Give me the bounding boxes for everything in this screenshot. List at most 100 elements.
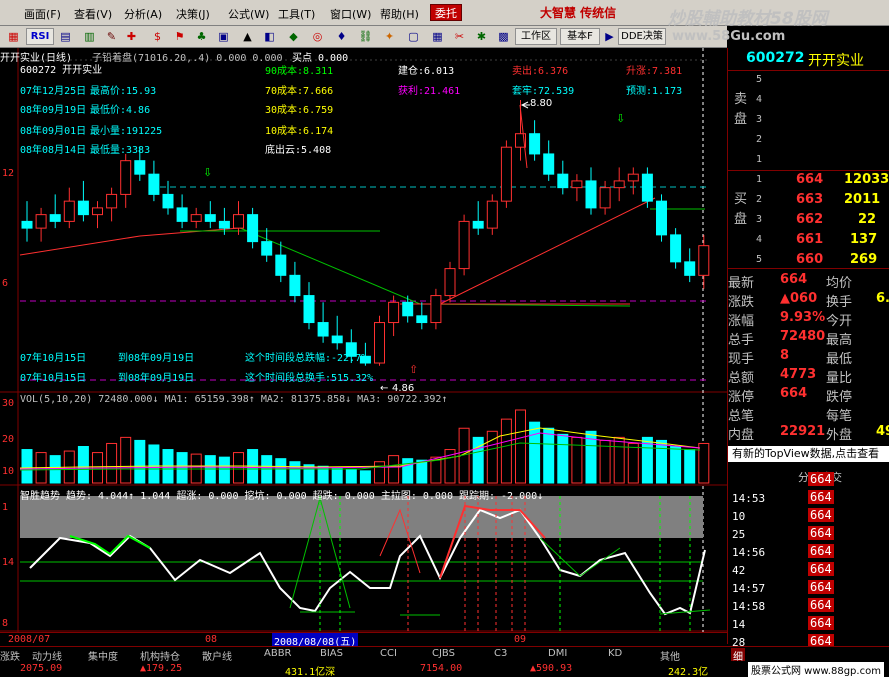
dollar-icon[interactable]: $ [150, 29, 165, 44]
tab-bias[interactable]: BIAS [320, 648, 343, 659]
workspace-button[interactable]: 工作区 [515, 28, 557, 45]
marker-down-1: ⇩ [203, 166, 212, 179]
build-pos: 建仓:6.013 [398, 66, 455, 77]
menu-formula[interactable]: 公式(W) [228, 6, 269, 22]
tick-time: 14:58 [732, 600, 766, 613]
buy-level-4: 4 [756, 234, 763, 245]
rsi-button[interactable]: RSI [26, 28, 54, 45]
topview-banner[interactable]: 有新的TopView数据,点击查看 [728, 446, 889, 462]
tile-icon[interactable]: ▦ [430, 29, 445, 44]
stat-date-2: 08年09月19日 [20, 105, 87, 116]
tab-cjbs[interactable]: CJBS [432, 648, 455, 659]
quote-key: 换手 [826, 295, 853, 310]
indicator-band [20, 496, 703, 538]
pin-icon[interactable]: ✱ [474, 29, 489, 44]
bottom-out: 底出云:5.408 [265, 145, 332, 156]
quote-tabs: 细 [727, 646, 889, 663]
footer-watermark: 股票公式网 www.88gp.com [748, 662, 884, 677]
quote-value: 664 [780, 386, 808, 401]
bars-icon[interactable]: ▥ [82, 29, 97, 44]
brand-logo: 大智慧 传统信 [540, 6, 617, 20]
main-chart[interactable]: ⇩ ⇩ ⇧ 8.80 ← 4.86 [0, 48, 727, 646]
buy-level-5: 5 [756, 254, 763, 265]
flag-icon[interactable]: ⚑ [172, 29, 187, 44]
tab-kd[interactable]: KD [608, 648, 622, 659]
pen-icon[interactable]: ✎ [104, 29, 119, 44]
mark-icon[interactable]: ✚ [124, 29, 139, 44]
quote-value: 664 [780, 272, 808, 287]
trade-button[interactable]: 委托 [430, 4, 462, 21]
buy-vol-2: 2011 [844, 192, 881, 207]
quote-key: 最高 [826, 333, 853, 348]
tick-price: 664 [808, 580, 834, 594]
tick-time: 10 [732, 510, 746, 523]
buy-price-3: 662 [796, 212, 824, 227]
volume-bar [176, 452, 188, 484]
menu-tools[interactable]: 工具(T) [278, 6, 315, 22]
tab-cci[interactable]: CCI [380, 648, 397, 659]
ring-icon[interactable]: ◎ [310, 29, 325, 44]
rise-price: 升涨:7.381 [626, 66, 683, 77]
tick-time: 14:57 [732, 582, 766, 595]
key-icon[interactable]: ♦ [334, 29, 349, 44]
quote-value: 8 [780, 348, 790, 363]
chart-icon[interactable]: ▤ [58, 29, 73, 44]
menu-screen[interactable]: 画面(F) [24, 6, 61, 22]
bulb-icon[interactable]: ✦ [382, 29, 397, 44]
tab-abbr[interactable]: ABBR [264, 648, 292, 659]
window-icon[interactable]: ◧ [262, 29, 277, 44]
basic-button[interactable]: 基本F [560, 28, 600, 45]
candle-body [444, 268, 456, 297]
candle-body [402, 301, 414, 317]
sell-level-2: 2 [756, 134, 763, 145]
volume-bar [416, 459, 428, 484]
quote-key: 每笔 [826, 409, 853, 424]
menu-analyze[interactable]: 分析(A) [124, 6, 162, 22]
tree-icon[interactable]: ♣ [194, 29, 209, 44]
time-axis: 2008/07 08 2008/08/08(五) 09 [0, 632, 727, 648]
tick-price: 664 [808, 616, 834, 630]
arrow-icon[interactable]: ◆ [286, 29, 301, 44]
quote-key: 现手 [728, 352, 755, 367]
menu-view[interactable]: 查看(V) [74, 6, 112, 22]
grid2-icon[interactable]: ▩ [496, 29, 511, 44]
tick-price: 664 [808, 526, 834, 540]
candle-body [120, 160, 132, 195]
candle-body [656, 200, 667, 236]
dde-button[interactable]: DDE决策 [618, 28, 666, 45]
tab-c3[interactable]: C3 [494, 648, 507, 659]
vol-tick-2: 20 [2, 434, 15, 445]
quote-value: 49 [876, 424, 889, 439]
candle-body [670, 234, 682, 263]
high-price-label: 8.80 [530, 98, 552, 109]
lock-icon[interactable]: ▲ [240, 29, 255, 44]
candle-body [331, 335, 343, 344]
candle-body [500, 146, 512, 202]
next-icon[interactable]: ▶ [602, 29, 617, 44]
chain-icon[interactable]: ⛓ [358, 29, 373, 44]
monitor-icon[interactable]: ▢ [406, 29, 421, 44]
quote-value: 22921 [780, 424, 826, 439]
menu-decision[interactable]: 决策(J) [176, 6, 210, 22]
menu-bar: 画面(F) 查看(V) 分析(A) 决策(J) 公式(W) 工具(T) 窗口(W… [0, 0, 889, 29]
menu-help[interactable]: 帮助(H) [380, 6, 419, 22]
grid-icon[interactable]: ▦ [6, 29, 21, 44]
quote-value: 9.93% [780, 310, 826, 325]
menu-window[interactable]: 窗口(W) [330, 6, 371, 22]
quote-key: 最新 [728, 276, 755, 291]
tab-dmi[interactable]: DMI [548, 648, 567, 659]
candle-body [641, 173, 653, 202]
tick-time: 42 [732, 564, 746, 577]
volume-bar [402, 458, 414, 484]
volume-bar [388, 455, 400, 484]
doc-icon[interactable]: ▣ [216, 29, 231, 44]
cut-icon[interactable]: ✂ [452, 29, 467, 44]
hist-label: 子铅着盘(71016.20,.4) 0.000 0.000 [92, 53, 283, 64]
buy-vol-1: 12033 [844, 172, 889, 187]
buy-level-1: 1 [756, 174, 763, 185]
cost-10: 10成本:6.174 [265, 126, 334, 137]
quote-key: 涨停 [728, 390, 755, 405]
cost-90: 90成本:8.311 [265, 66, 334, 77]
candle-body [134, 160, 146, 175]
forecast: 预测:1.173 [626, 86, 683, 97]
